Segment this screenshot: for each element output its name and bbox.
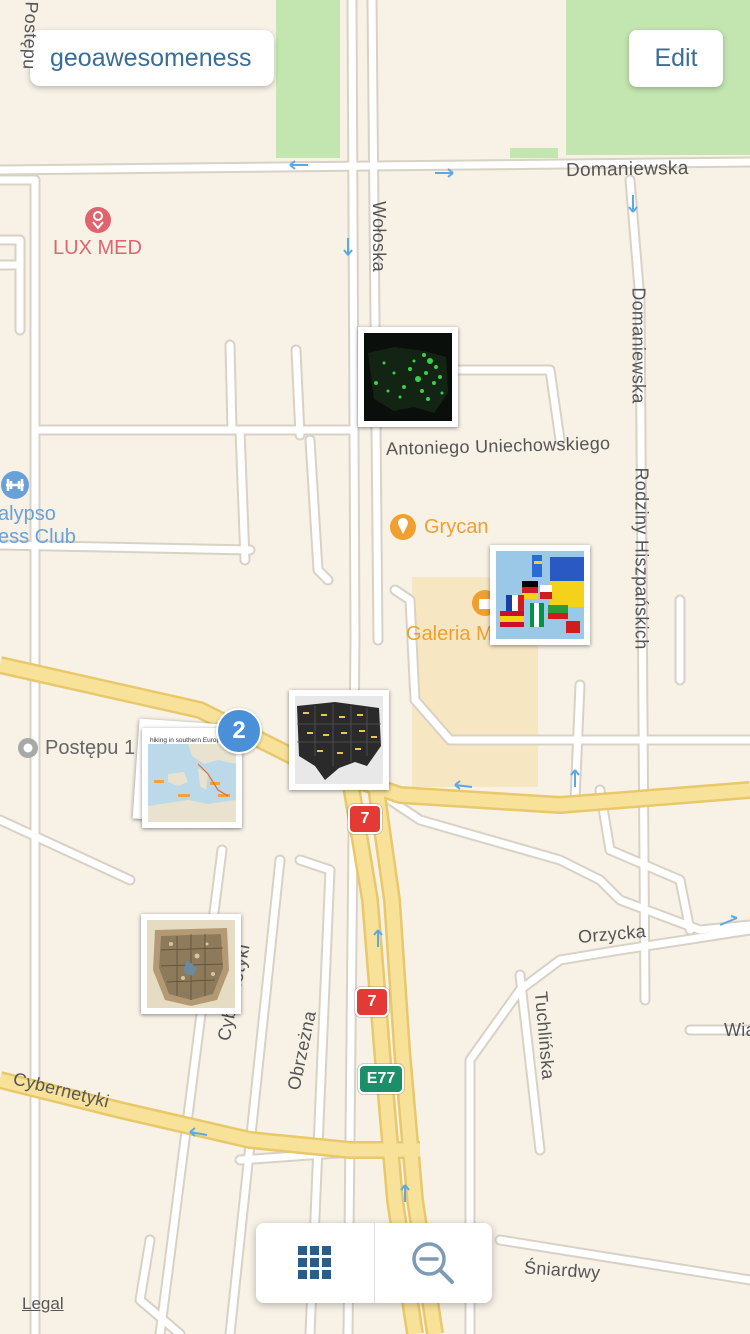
photo-pin-us-lights[interactable] — [358, 327, 458, 427]
photo-old-map — [147, 920, 235, 1008]
road-label: Wia — [724, 1020, 750, 1040]
route-shield-7: 7 — [355, 987, 389, 1017]
grid-icon — [297, 1246, 331, 1279]
poi-label-gym-line2: ess Club — [0, 526, 76, 548]
route-shield-e77: E77 — [358, 1064, 404, 1094]
photo-southern-europe-caption: hiking in southern Europe — [150, 737, 224, 744]
photo-europe-flags — [496, 551, 584, 639]
poi-label-galeria[interactable]: Galeria M — [406, 623, 493, 646]
legal-link[interactable]: Legal — [22, 1294, 64, 1314]
road-label: Domaniewska — [628, 287, 649, 404]
poi-label-gym[interactable]: alypso ess Club — [0, 503, 76, 549]
map-canvas[interactable] — [0, 0, 750, 1334]
poi-label-postepu[interactable]: Postępu 1 — [45, 737, 135, 760]
poi-label-gym-line1: alypso — [0, 503, 56, 525]
road-label: Rodziny Hiszpańskich — [631, 467, 652, 650]
route-shield-7: 7 — [348, 804, 382, 834]
photo-pin-europe-flags[interactable] — [490, 545, 590, 645]
zoom-out-button[interactable] — [375, 1223, 493, 1303]
poi-label-grycan[interactable]: Grycan — [424, 516, 488, 539]
back-button-label: geoawesomeness — [50, 43, 252, 72]
photo-us-states — [295, 696, 383, 784]
road-label: Wołoska — [368, 201, 389, 272]
grid-view-button[interactable] — [256, 1223, 374, 1303]
photo-pin-old-map[interactable] — [141, 914, 241, 1014]
photo-us-lights — [364, 333, 452, 421]
edit-button[interactable]: Edit — [629, 30, 723, 87]
photo-pin-us-states[interactable] — [289, 690, 389, 790]
poi-label-luxmed[interactable]: LUX MED — [53, 237, 142, 260]
road-label: Domaniewska — [565, 157, 689, 182]
cluster-count-badge[interactable]: 2 — [216, 708, 262, 754]
back-button[interactable]: geoawesomeness — [21, 30, 274, 86]
zoom-out-icon — [412, 1242, 455, 1284]
map-toolbar — [256, 1223, 492, 1303]
park-area — [276, 0, 340, 158]
road-label: Postępu — [19, 1, 42, 70]
